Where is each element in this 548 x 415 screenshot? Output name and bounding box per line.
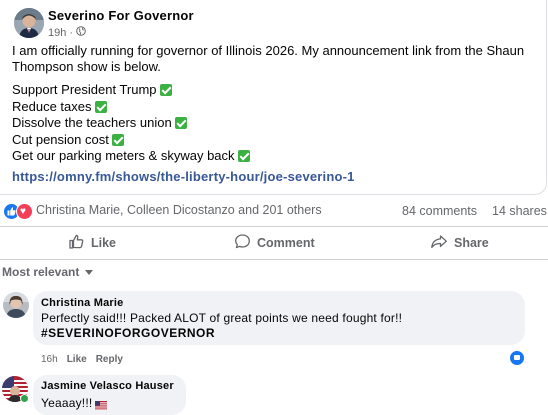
comment-actions: 16h Like Reply bbox=[41, 354, 123, 365]
us-flag-icon bbox=[95, 399, 108, 410]
divider bbox=[0, 259, 548, 260]
check-mark-icon bbox=[94, 100, 107, 113]
author-avatar[interactable] bbox=[14, 8, 44, 38]
comment-text: Perfectly said!!! Packed ALOT of great p… bbox=[41, 311, 403, 325]
online-status-indicator bbox=[20, 394, 29, 403]
comment-text: Yeaaay!!! bbox=[41, 396, 93, 410]
post-point: Get our parking meters & skyway back bbox=[12, 148, 250, 165]
divider bbox=[0, 226, 548, 227]
post-point: Reduce taxes bbox=[12, 99, 250, 116]
post-card: Severino For Governor 19h · I am officia… bbox=[0, 0, 547, 195]
like-icon[interactable] bbox=[509, 350, 525, 366]
comment-reply-button[interactable]: Reply bbox=[96, 354, 123, 365]
speech-bubble-icon bbox=[234, 233, 251, 253]
comment-like-button[interactable]: Like bbox=[67, 354, 87, 365]
comment-sort-dropdown[interactable]: Most relevant bbox=[2, 265, 94, 279]
post-point-text: Cut pension cost bbox=[12, 131, 109, 147]
check-mark-icon bbox=[174, 117, 187, 130]
comment-bubble: Christina Marie Perfectly said!!! Packed… bbox=[33, 291, 525, 345]
love-icon bbox=[16, 203, 33, 220]
comments-count[interactable]: 84 comments bbox=[402, 204, 477, 218]
comment-bubble: Jasmine Velasco Hauser Yeaaay!!! bbox=[33, 375, 186, 415]
comment-sort-label: Most relevant bbox=[2, 265, 80, 279]
shares-count[interactable]: 14 shares bbox=[492, 204, 547, 218]
share-button[interactable]: Share bbox=[430, 233, 489, 253]
post-meta: 19h · bbox=[48, 26, 86, 39]
share-button-label: Share bbox=[454, 236, 489, 250]
comment-time[interactable]: 16h bbox=[41, 354, 58, 365]
share-arrow-icon bbox=[430, 233, 448, 253]
check-mark-icon bbox=[111, 133, 124, 146]
post-point: Support President Trump bbox=[12, 82, 250, 99]
like-button[interactable]: Like bbox=[68, 233, 116, 253]
check-mark-icon bbox=[159, 84, 172, 97]
post-point: Cut pension cost bbox=[12, 132, 250, 149]
comment-button-label: Comment bbox=[257, 236, 315, 250]
globe-icon bbox=[76, 26, 86, 39]
post-point: Dissolve the teachers union bbox=[12, 115, 250, 132]
post-point-text: Reduce taxes bbox=[12, 98, 92, 114]
post-points: Support President Trump Reduce taxes Dis… bbox=[12, 82, 250, 165]
commenter-name[interactable]: Jasmine Velasco Hauser bbox=[41, 380, 174, 392]
thumbs-up-icon bbox=[68, 233, 85, 253]
post-text: I am officially running for governor of … bbox=[12, 43, 532, 75]
post-time[interactable]: 19h bbox=[48, 27, 66, 39]
post-point-text: Get our parking meters & skyway back bbox=[12, 148, 235, 163]
commenter-avatar[interactable] bbox=[3, 292, 29, 318]
comment-text-line: Yeaaay!!! bbox=[41, 396, 108, 411]
commenter-name[interactable]: Christina Marie bbox=[41, 297, 123, 309]
comment-button[interactable]: Comment bbox=[234, 233, 315, 253]
post-author[interactable]: Severino For Governor bbox=[48, 8, 194, 23]
post-link[interactable]: https://omny.fm/shows/the-liberty-hour/j… bbox=[12, 169, 355, 184]
reactions-bar: Christina Marie, Colleen Dicostanzo and … bbox=[0, 200, 548, 222]
post-text-paragraph: I am officially running for governor of … bbox=[12, 43, 525, 74]
comment-hashtag[interactable]: #SEVERINOFORGOVERNOR bbox=[41, 326, 215, 341]
caret-down-icon bbox=[85, 269, 94, 275]
post-point-text: Dissolve the teachers union bbox=[12, 115, 172, 130]
like-button-label: Like bbox=[91, 236, 117, 250]
reaction-icons[interactable] bbox=[3, 203, 33, 220]
post-point-text: Support President Trump bbox=[12, 82, 157, 97]
check-mark-icon bbox=[237, 150, 250, 163]
meta-separator: · bbox=[69, 26, 74, 39]
reaction-summary[interactable]: Christina Marie, Colleen Dicostanzo and … bbox=[36, 203, 322, 217]
